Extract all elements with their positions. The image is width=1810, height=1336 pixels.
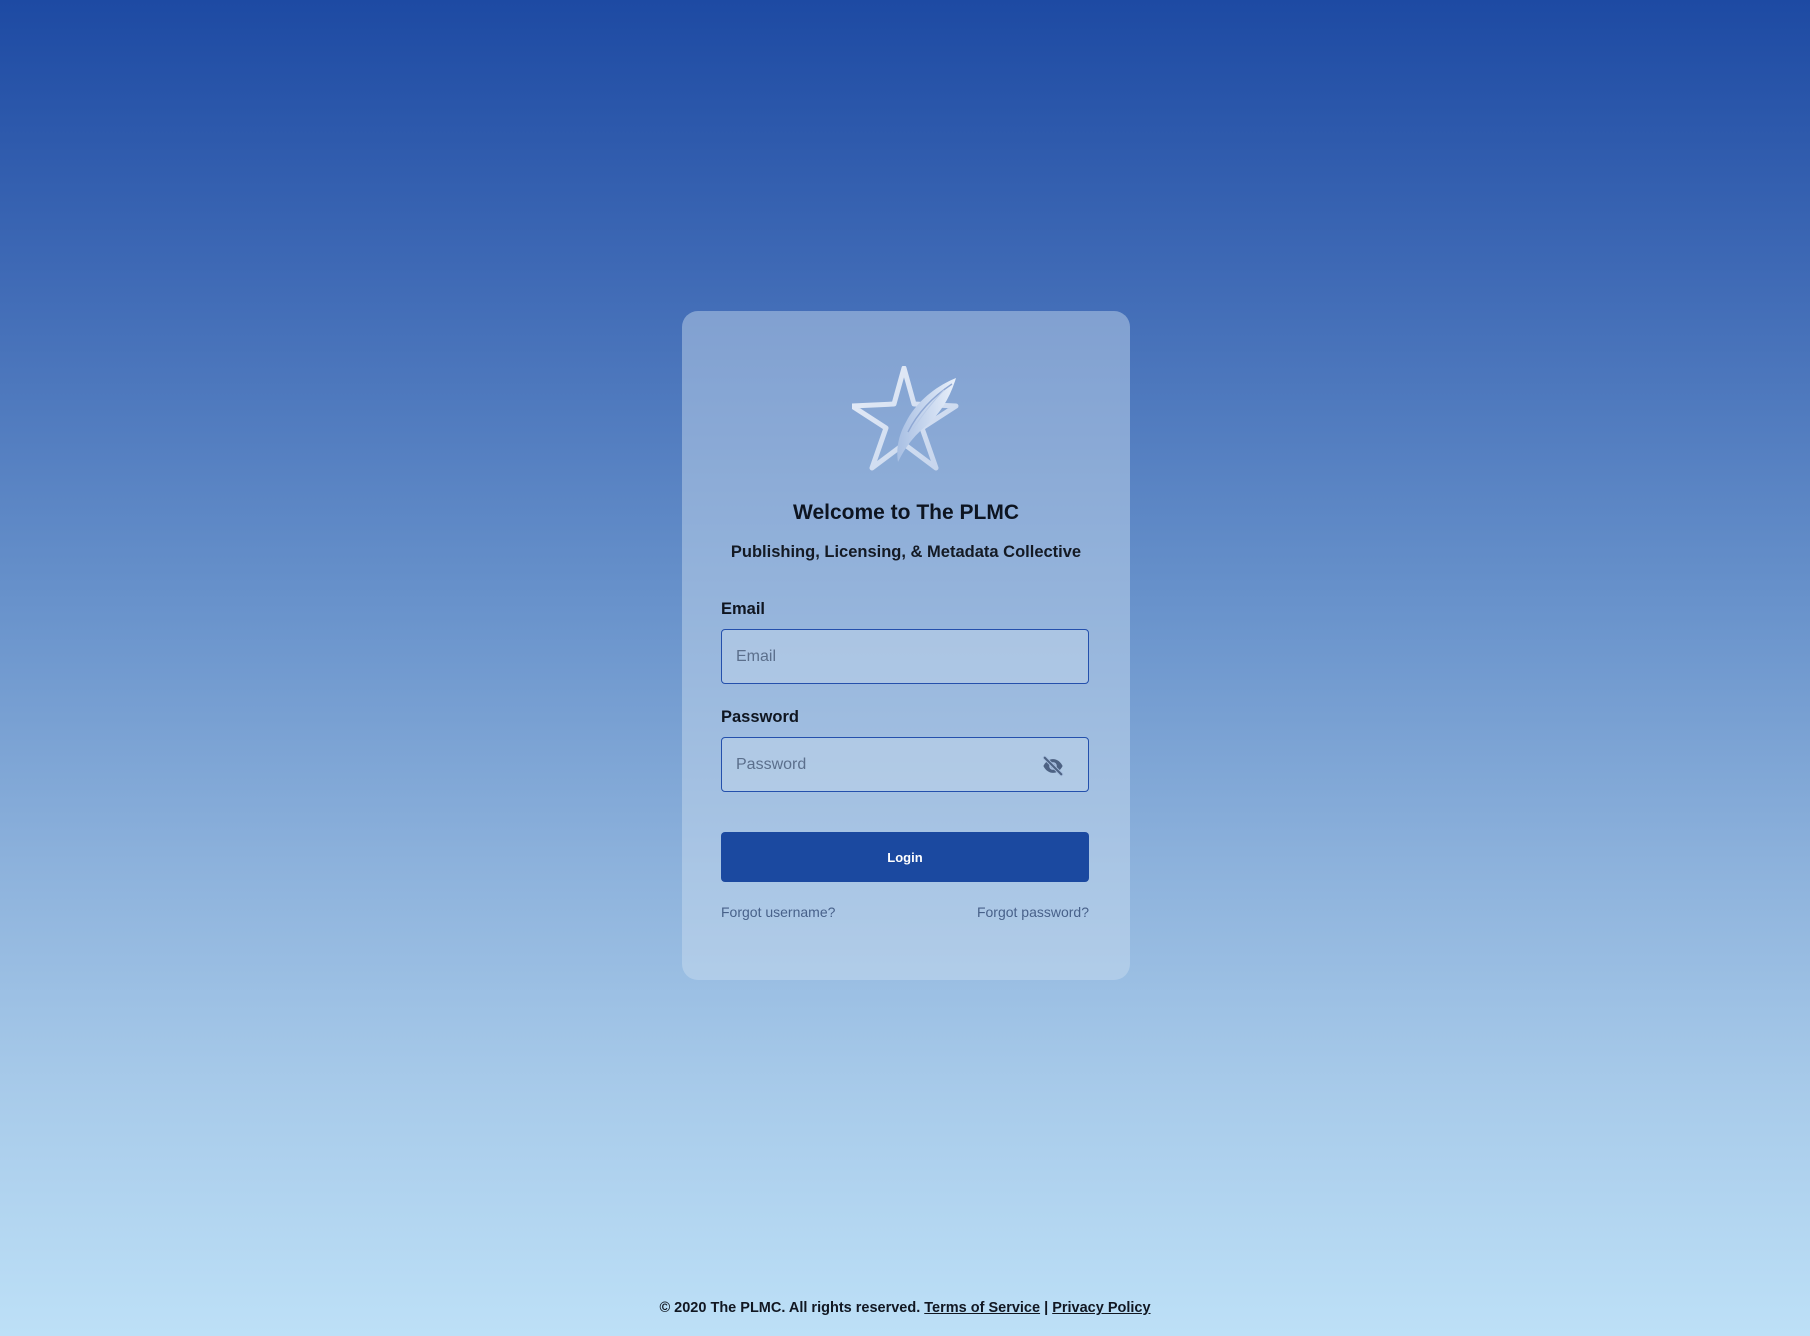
forgot-password-link[interactable]: Forgot password? (977, 904, 1089, 920)
email-label: Email (721, 600, 766, 618)
forgot-username-link[interactable]: Forgot username? (721, 904, 835, 920)
password-label: Password (721, 708, 799, 726)
eye-off-icon[interactable] (1042, 755, 1064, 777)
privacy-policy-link[interactable]: Privacy Policy (1052, 1300, 1150, 1316)
star-feather-logo-icon (852, 366, 959, 471)
page-footer: © 2020 The PLMC. All rights reserved. Te… (0, 1300, 1810, 1316)
footer-separator: | (1044, 1300, 1049, 1316)
email-field-container (721, 629, 1089, 684)
password-field-container (721, 737, 1089, 792)
page-subtitle: Publishing, Licensing, & Metadata Collec… (730, 543, 1082, 561)
copyright-text: © 2020 The PLMC. All rights reserved. (659, 1300, 921, 1316)
login-button[interactable]: Login (721, 832, 1089, 882)
password-input[interactable] (722, 738, 1088, 791)
terms-of-service-link[interactable]: Terms of Service (924, 1300, 1040, 1316)
email-input[interactable] (722, 630, 1088, 683)
login-card: Welcome to The PLMC Publishing, Licensin… (682, 311, 1130, 980)
page-title: Welcome to The PLMC (793, 501, 1019, 524)
